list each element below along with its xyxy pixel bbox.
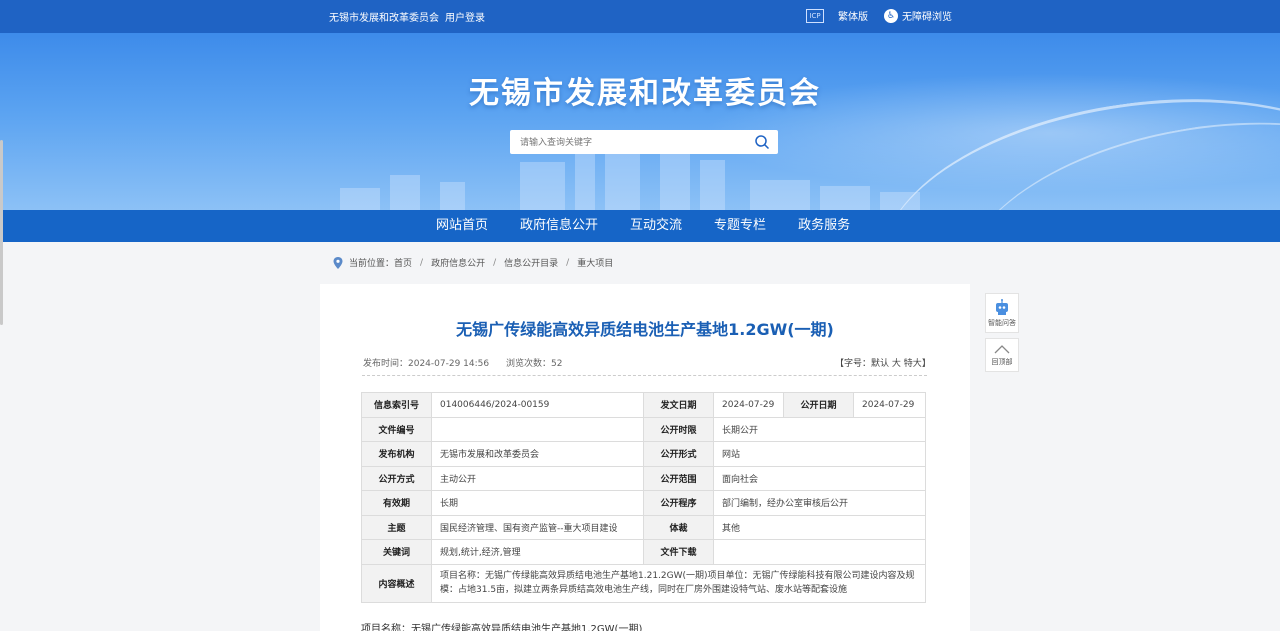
accessible-browse-link[interactable]: 无障碍浏览 xyxy=(902,8,952,23)
login-link[interactable]: 用户登录 xyxy=(445,9,485,24)
page-scrollbar[interactable] xyxy=(0,140,3,325)
table-row: 关键词 规划,统计,经济,管理 文件下载 xyxy=(361,539,926,565)
location-pin-icon xyxy=(333,256,343,269)
pub-scope-value: 面向社会 xyxy=(713,465,926,491)
valid-label: 有效期 xyxy=(361,490,432,516)
ai-assistant-label: 智能问答 xyxy=(988,319,1016,327)
pub-time-value: 长期公开 xyxy=(713,416,926,442)
pub-form-value: 网站 xyxy=(713,441,926,467)
table-row: 主题 国民经济管理、国有资产监管--重大项目建设 体裁 其他 xyxy=(361,514,926,540)
publish-time: 发布时间：2024-07-29 14:56 xyxy=(363,359,490,369)
search-icon[interactable] xyxy=(754,134,770,150)
article-panel: 无锡广传绿能高效异质结电池生产基地1.2GW(一期) 发布时间：2024-07-… xyxy=(320,284,970,631)
nav-item-gov-services[interactable]: 政务服务 xyxy=(782,210,866,242)
keywords-label: 关键词 xyxy=(361,539,432,565)
breadcrumb-catalog[interactable]: 信息公开目录 xyxy=(504,256,558,269)
search-input[interactable] xyxy=(510,131,740,155)
pub-method-value: 主动公开 xyxy=(431,465,644,491)
nav-item-home[interactable]: 网站首页 xyxy=(420,210,504,242)
pub-form-label: 公开形式 xyxy=(643,441,714,467)
pub-date-value: 2024-07-29 xyxy=(853,392,926,418)
summary-value: 项目名称：无锡广传绿能高效异质结电池生产基地1.21.2GW(一期)项目单位：无… xyxy=(431,563,926,603)
table-row: 内容概述 项目名称：无锡广传绿能高效异质结电池生产基地1.21.2GW(一期)项… xyxy=(361,563,926,603)
org-value: 无锡市发展和改革委员会 xyxy=(431,441,644,467)
index-value: 014006446/2024-00159 xyxy=(431,392,644,418)
main-nav: 网站首页 政府信息公开 互动交流 专题专栏 政务服务 xyxy=(0,210,1280,242)
org-label: 发布机构 xyxy=(361,441,432,467)
breadcrumb-prefix: 当前位置： xyxy=(349,259,395,269)
font-size-label-close: 】 xyxy=(921,359,931,369)
table-row: 发布机构 无锡市发展和改革委员会 公开形式 网站 xyxy=(361,441,926,467)
topic-value: 国民经济管理、国有资产监管--重大项目建设 xyxy=(431,514,644,540)
doc-no-value xyxy=(431,416,644,442)
nav-item-gov-info[interactable]: 政府信息公开 xyxy=(504,210,614,242)
pub-proc-value: 部门编制，经办公室审核后公开 xyxy=(713,490,926,516)
download-label: 文件下载 xyxy=(643,539,714,565)
site-title: 无锡市发展和改革委员会 xyxy=(469,76,821,111)
doc-date-value: 2024-07-29 xyxy=(713,392,784,418)
search-box xyxy=(510,130,778,155)
table-row: 有效期 长期 公开程序 部门编制，经办公室审核后公开 xyxy=(361,490,926,516)
table-row: 公开方式 主动公开 公开范围 面向社会 xyxy=(361,465,926,491)
font-large-button[interactable]: 大 xyxy=(892,359,901,369)
article-meta: 发布时间：2024-07-29 14:56 浏览次数：52 xyxy=(363,356,576,369)
table-row: 信息索引号 014006446/2024-00159 发文日期 2024-07-… xyxy=(361,392,926,418)
org-home-link[interactable]: 无锡市发展和改革委员会 xyxy=(329,9,439,24)
pub-time-label: 公开时限 xyxy=(643,416,714,442)
font-size-switcher: 【字号：默认 大 特大】 xyxy=(835,356,931,369)
breadcrumb-gov-info[interactable]: 政府信息公开 xyxy=(431,256,485,269)
topbar-left: 无锡市发展和改革委员会 用户登录 xyxy=(329,9,485,24)
view-count: 浏览次数：52 xyxy=(505,359,563,369)
table-row: 文件编号 公开时限 长期公开 xyxy=(361,416,926,442)
nav-item-interaction[interactable]: 互动交流 xyxy=(614,210,698,242)
pub-scope-label: 公开范围 xyxy=(643,465,714,491)
back-to-top-button[interactable]: 回顶部 xyxy=(985,338,1019,372)
chevron-up-icon xyxy=(994,345,1010,354)
traditional-chinese-link[interactable]: 繁体版 xyxy=(838,8,868,23)
breadcrumb-separator: / xyxy=(493,257,497,268)
accessibility-icon[interactable]: ♿ xyxy=(884,8,898,23)
info-table: 信息索引号 014006446/2024-00159 发文日期 2024-07-… xyxy=(361,392,926,603)
pub-date-label: 公开日期 xyxy=(783,392,854,418)
summary-label: 内容概述 xyxy=(361,563,432,603)
article-title: 无锡广传绿能高效异质结电池生产基地1.2GW(一期) xyxy=(456,320,834,339)
font-default-button[interactable]: 默认 xyxy=(871,359,889,369)
qr-code-icon[interactable]: ICP xyxy=(806,8,824,23)
doc-date-label: 发文日期 xyxy=(643,392,714,418)
index-label: 信息索引号 xyxy=(361,392,432,418)
header-banner: 无锡市发展和改革委员会 xyxy=(0,33,1280,210)
robot-icon xyxy=(996,299,1008,315)
topic-label: 主题 xyxy=(361,514,432,540)
download-value[interactable] xyxy=(713,539,926,565)
breadcrumb-separator: / xyxy=(420,257,424,268)
font-xlarge-button[interactable]: 特大 xyxy=(904,359,922,369)
breadcrumb-home[interactable]: 首页 xyxy=(394,256,412,269)
genre-label: 体裁 xyxy=(643,514,714,540)
breadcrumb: 当前位置： 首页 / 政府信息公开 / 信息公开目录 / 重大项目 xyxy=(333,256,613,269)
pub-method-label: 公开方式 xyxy=(361,465,432,491)
valid-value: 长期 xyxy=(431,490,644,516)
font-size-label: 【字号： xyxy=(835,359,872,369)
divider xyxy=(362,375,927,376)
back-to-top-label: 回顶部 xyxy=(991,358,1013,366)
doc-no-label: 文件编号 xyxy=(361,416,432,442)
genre-value: 其他 xyxy=(713,514,926,540)
keywords-value: 规划,统计,经济,管理 xyxy=(431,539,644,565)
ai-assistant-button[interactable]: 智能问答 xyxy=(985,293,1019,333)
nav-item-special-topics[interactable]: 专题专栏 xyxy=(698,210,782,242)
article-body-first-line: 项目名称：无锡广传绿能高效异质结电池生产基地1.2GW(一期) xyxy=(361,624,643,631)
breadcrumb-major-projects[interactable]: 重大项目 xyxy=(577,256,613,269)
breadcrumb-separator: / xyxy=(566,257,570,268)
topbar-right: ICP 繁体版 ♿ 无障碍浏览 xyxy=(806,8,952,23)
pub-proc-label: 公开程序 xyxy=(643,490,714,516)
top-bar: 无锡市发展和改革委员会 用户登录 ICP 繁体版 ♿ 无障碍浏览 xyxy=(0,0,1280,33)
